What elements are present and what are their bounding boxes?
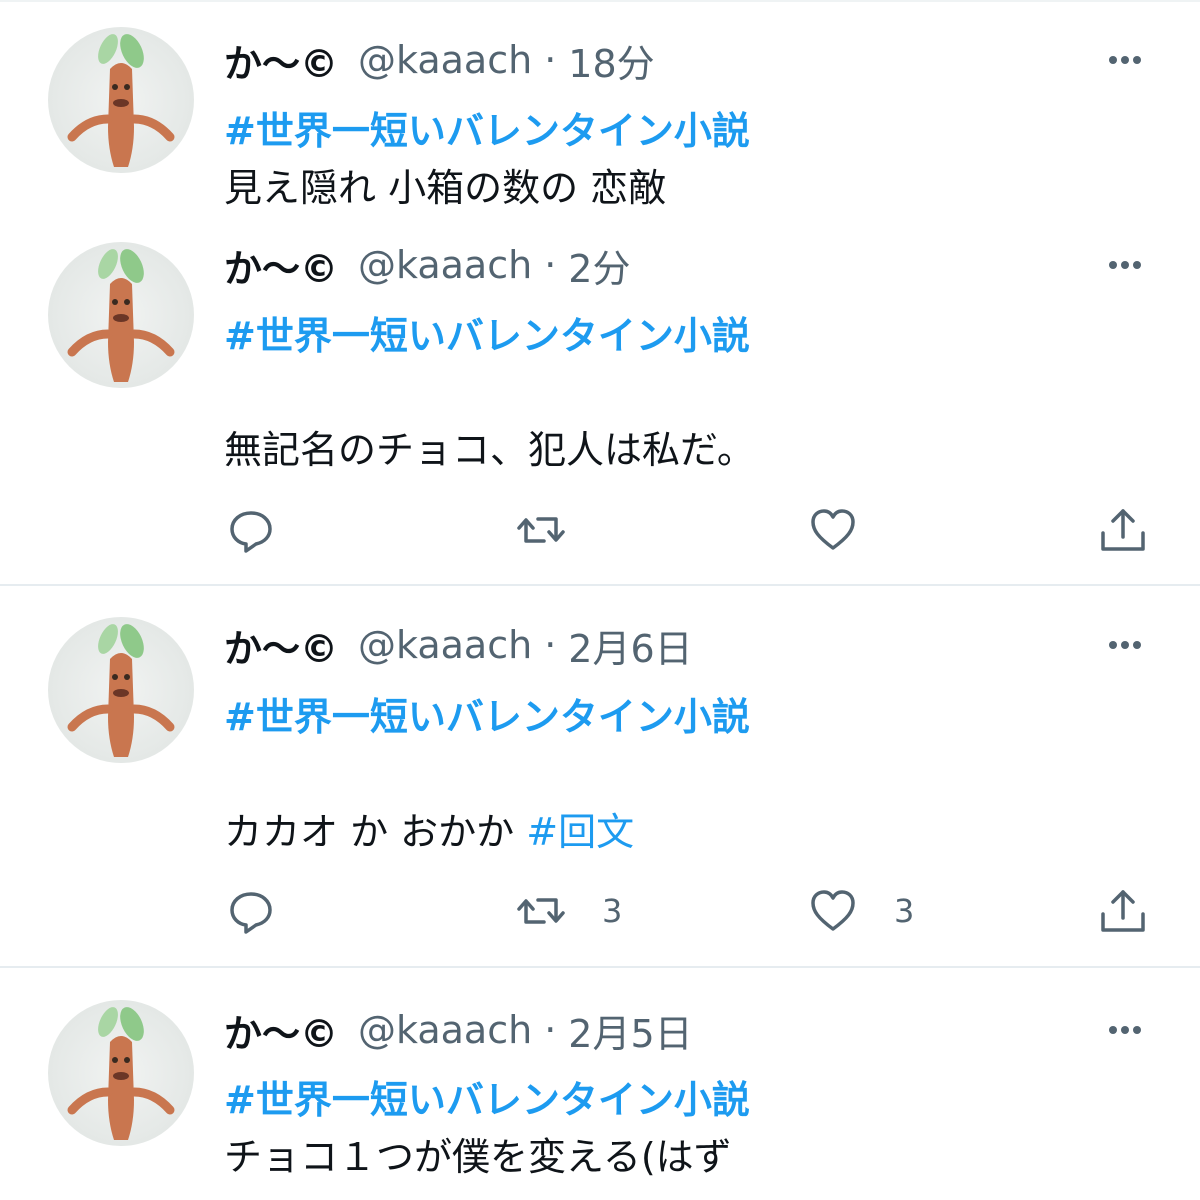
share-button[interactable] xyxy=(1098,886,1148,936)
timestamp[interactable]: 2分 xyxy=(568,238,630,293)
share-icon xyxy=(1101,890,1145,932)
tweet-text-content: カカオ か おかか xyxy=(224,810,527,854)
reply-icon xyxy=(230,892,272,934)
display-name[interactable]: か〜© xyxy=(224,618,338,673)
tweet-header: か〜© @kaaach · 2分 xyxy=(224,238,630,293)
top-divider xyxy=(0,0,1200,2)
reply-button[interactable] xyxy=(226,505,276,555)
inline-hashtag-link[interactable]: #回文 xyxy=(526,810,634,854)
separator-dot: · xyxy=(544,1008,557,1052)
retweet-icon xyxy=(517,898,565,924)
display-name[interactable]: か〜© xyxy=(224,1003,338,1058)
hashtag-link[interactable]: #世界一短いバレンタイン小説 xyxy=(224,686,750,741)
retweet-button[interactable] xyxy=(516,505,602,555)
reply-icon xyxy=(230,511,272,553)
user-handle[interactable]: @kaaach xyxy=(358,1008,532,1052)
tweet-header: か〜© @kaaach · 18分 xyxy=(224,33,655,88)
like-button[interactable]: 3 xyxy=(808,886,914,936)
avatar[interactable] xyxy=(48,242,194,388)
tweet-text: 見え隠れ 小箱の数の 恋敵 xyxy=(224,166,667,210)
more-horizontal-icon xyxy=(1109,641,1141,649)
avatar[interactable] xyxy=(48,1000,194,1146)
tweet-divider xyxy=(0,584,1200,586)
tweet-header: か〜© @kaaach · 2月5日 xyxy=(224,1003,693,1058)
hashtag-link[interactable]: #世界一短いバレンタイン小説 xyxy=(224,100,750,155)
display-name[interactable]: か〜© xyxy=(224,238,338,293)
display-name[interactable]: か〜© xyxy=(224,33,338,88)
more-horizontal-icon xyxy=(1109,1026,1141,1034)
retweet-button[interactable]: 3 xyxy=(516,886,622,936)
timestamp[interactable]: 2月5日 xyxy=(568,1003,692,1058)
separator-dot: · xyxy=(544,38,557,82)
heart-icon xyxy=(811,890,855,931)
tweet-text: カカオ か おかか #回文 xyxy=(224,801,634,856)
heart-icon xyxy=(811,509,855,550)
share-icon xyxy=(1101,509,1145,551)
more-horizontal-icon xyxy=(1109,56,1141,64)
retweet-count: 3 xyxy=(602,892,623,930)
tweet-divider xyxy=(0,966,1200,968)
tweet-text: チョコ１つが僕を変える(はず xyxy=(224,1135,732,1179)
hashtag-link[interactable]: #世界一短いバレンタイン小説 xyxy=(224,1069,750,1124)
hashtag-link[interactable]: #世界一短いバレンタイン小説 xyxy=(224,305,750,360)
reply-button[interactable] xyxy=(226,886,276,936)
like-button[interactable] xyxy=(808,505,894,555)
more-horizontal-icon xyxy=(1109,261,1141,269)
more-options-button[interactable] xyxy=(1100,240,1150,290)
share-button[interactable] xyxy=(1098,505,1148,555)
separator-dot: · xyxy=(544,623,557,667)
retweet-icon xyxy=(517,517,565,543)
tweet-text: 無記名のチョコ、犯人は私だ。 xyxy=(224,428,755,472)
user-handle[interactable]: @kaaach xyxy=(358,38,532,82)
user-handle[interactable]: @kaaach xyxy=(358,243,532,287)
like-count: 3 xyxy=(894,892,915,930)
timestamp[interactable]: 2月6日 xyxy=(568,618,692,673)
avatar[interactable] xyxy=(48,617,194,763)
timestamp[interactable]: 18分 xyxy=(568,33,654,88)
more-options-button[interactable] xyxy=(1100,620,1150,670)
avatar[interactable] xyxy=(48,27,194,173)
more-options-button[interactable] xyxy=(1100,35,1150,85)
more-options-button[interactable] xyxy=(1100,1005,1150,1055)
separator-dot: · xyxy=(544,243,557,287)
user-handle[interactable]: @kaaach xyxy=(358,623,532,667)
tweet-header: か〜© @kaaach · 2月6日 xyxy=(224,618,693,673)
